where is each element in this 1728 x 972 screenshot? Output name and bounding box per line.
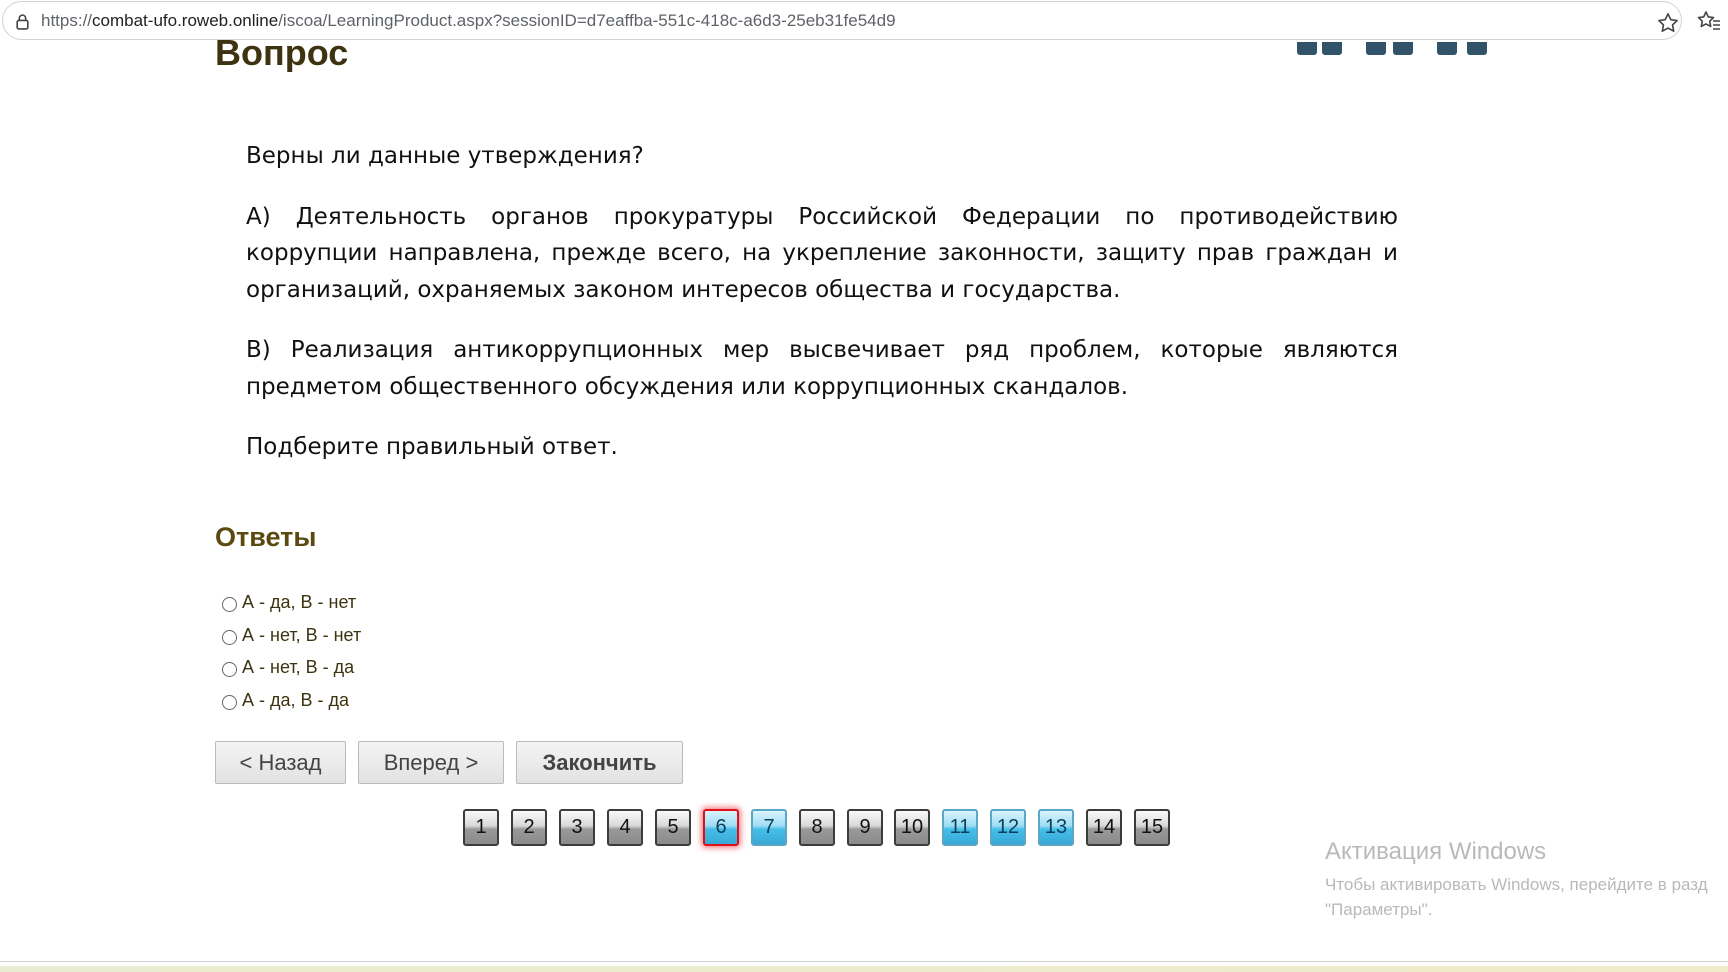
question-body: Верны ли данные утверждения? А) Деятельн… (246, 138, 1398, 490)
answer-radio[interactable] (222, 596, 237, 612)
page-button-3[interactable]: 3 (559, 809, 595, 846)
bottom-strip (0, 966, 1728, 972)
page-button-5[interactable]: 5 (655, 809, 691, 846)
page-button-12[interactable]: 12 (990, 809, 1026, 846)
windows-activation-title: Активация Windows (1325, 838, 1547, 865)
answer-option[interactable]: А - нет, В - да (222, 654, 354, 680)
answer-option[interactable]: А - да, В - да (222, 687, 349, 713)
header-widgets (1297, 42, 1493, 56)
answer-radio[interactable] (222, 694, 237, 710)
header-widget-icon[interactable] (1297, 42, 1317, 55)
page-button-10[interactable]: 10 (894, 809, 930, 846)
page-button-4[interactable]: 4 (607, 809, 643, 846)
star-icon[interactable] (1656, 11, 1680, 35)
question-intro: Верны ли данные утверждения? (246, 143, 644, 169)
url-prefix: https:// (41, 11, 93, 30)
url-path: /iscoa/LearningProduct.aspx?sessionID=d7… (278, 11, 896, 30)
answers-heading: Ответы (215, 522, 317, 552)
question-prompt: Подберите правильный ответ. (246, 434, 618, 460)
finish-button[interactable]: Закончить (516, 741, 683, 784)
page-button-1[interactable]: 1 (463, 809, 499, 846)
answer-option[interactable]: А - да, В - нет (222, 589, 356, 615)
page-button-8[interactable]: 8 (799, 809, 835, 846)
url-text[interactable]: https://combat-ufo.roweb.online/iscoa/Le… (41, 11, 896, 31)
url-domain: combat-ufo.roweb.online (92, 11, 279, 30)
page-button-11[interactable]: 11 (942, 809, 978, 846)
question-heading: Вопрос (215, 32, 349, 72)
answer-label[interactable]: А - да, В - да (242, 690, 349, 711)
question-statement-a: А) Деятельность органов прокуратуры Росс… (246, 203, 1398, 303)
forward-button[interactable]: Вперед > (358, 741, 504, 784)
lock-icon[interactable] (14, 13, 31, 30)
question-statement-b: В) Реализация антикоррупционных мер высв… (246, 337, 1398, 400)
windows-activation-line1: Чтобы активировать Windows, перейдите в … (1325, 875, 1708, 894)
favorites-icon[interactable] (1696, 9, 1722, 33)
page-button-7[interactable]: 7 (751, 809, 787, 846)
windows-activation-line2: "Параметры". (1325, 900, 1433, 919)
header-widget-icon[interactable] (1437, 42, 1457, 55)
answer-radio[interactable] (222, 661, 237, 677)
back-button[interactable]: < Назад (215, 741, 346, 784)
answer-option[interactable]: А - нет, В - нет (222, 622, 361, 648)
page-button-9[interactable]: 9 (847, 809, 883, 846)
page-button-2[interactable]: 2 (511, 809, 547, 846)
page-button-15[interactable]: 15 (1134, 809, 1170, 846)
windows-activation-text: Чтобы активировать Windows, перейдите в … (1325, 872, 1728, 922)
header-widget-icon[interactable] (1366, 42, 1386, 55)
page-button-14[interactable]: 14 (1086, 809, 1122, 846)
answer-label[interactable]: А - да, В - нет (242, 592, 356, 613)
divider (0, 961, 1728, 962)
page-button-13[interactable]: 13 (1038, 809, 1074, 846)
header-widget-icon[interactable] (1322, 42, 1342, 55)
answer-label[interactable]: А - нет, В - да (242, 657, 354, 678)
header-widget-icon[interactable] (1393, 42, 1413, 55)
page-button-6-current[interactable]: 6 (703, 809, 739, 846)
answer-radio[interactable] (222, 629, 237, 645)
header-widget-icon[interactable] (1467, 42, 1487, 55)
answer-label[interactable]: А - нет, В - нет (242, 625, 361, 646)
